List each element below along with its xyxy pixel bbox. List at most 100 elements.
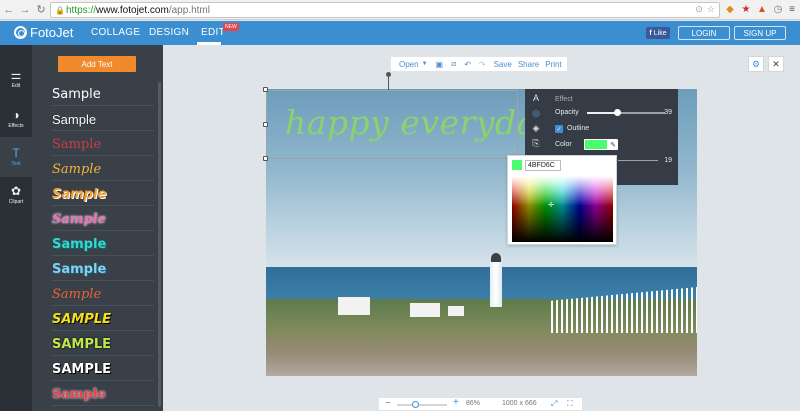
sliders-icon: ⚌ xyxy=(10,68,22,82)
url-scheme: https:// xyxy=(66,4,97,16)
nav-design[interactable]: DESIGN xyxy=(149,27,189,38)
logo-icon xyxy=(14,26,27,39)
opacity-slider[interactable] xyxy=(587,109,665,116)
rotate-handle[interactable] xyxy=(386,72,391,77)
outline-width-slider[interactable] xyxy=(618,160,658,161)
text-style-sample[interactable]: Sample xyxy=(52,84,154,106)
forward-icon[interactable]: → xyxy=(18,3,32,17)
save-button[interactable]: Save xyxy=(494,60,512,69)
extension-chart-icon[interactable]: ▲ xyxy=(756,3,768,16)
resize-handle[interactable] xyxy=(263,156,268,161)
redo-icon[interactable]: ↷ xyxy=(479,60,486,69)
effect-title: Effect xyxy=(555,96,573,103)
zoom-in-icon[interactable]: + xyxy=(453,397,459,408)
text-style-sample[interactable]: Sample xyxy=(52,159,154,181)
text-style-sample[interactable]: Sample xyxy=(52,184,154,206)
undo-icon[interactable]: ↶ xyxy=(464,60,471,69)
browser-toolbar: ← → ↻ 🔒 https://www.fotojet.com/app.html… xyxy=(0,0,800,20)
picker-swatch xyxy=(512,160,522,170)
settings-gear-icon[interactable]: ⚙ xyxy=(748,56,764,72)
text-style-sample[interactable]: Sample xyxy=(52,234,154,256)
rotate-line xyxy=(388,75,389,90)
text-style-sample[interactable]: Sample xyxy=(52,109,154,131)
half-circle-icon: ◑ xyxy=(12,108,20,122)
lighthouse xyxy=(490,262,502,307)
opacity-value: 39 xyxy=(664,109,672,116)
zoom-slider-knob[interactable] xyxy=(411,401,419,408)
zoom-percent: 86% xyxy=(466,400,481,407)
color-gradient-field[interactable]: ✛ xyxy=(512,176,613,242)
text-style-sample[interactable]: Sample xyxy=(52,384,154,406)
url-host: www.fotojet.com xyxy=(96,4,169,16)
nav-collage[interactable]: COLLAGE xyxy=(91,27,140,38)
signup-button[interactable]: SIGN UP xyxy=(734,26,786,40)
resize-handle[interactable] xyxy=(263,122,268,127)
text-style-sample[interactable]: Sample xyxy=(52,134,154,156)
duplicate-icon[interactable]: ⎘ xyxy=(530,137,542,149)
url-path: /app.html xyxy=(168,4,210,16)
text-style-sample[interactable]: SAMPLE xyxy=(52,309,154,331)
close-icon[interactable]: ✕ xyxy=(768,56,784,72)
fotojet-logo[interactable]: FotoJet xyxy=(14,25,73,40)
color-swatch xyxy=(585,140,607,149)
panel-scrollbar[interactable] xyxy=(158,82,161,407)
add-text-button[interactable]: Add Text xyxy=(58,56,136,72)
page-info-icon[interactable]: ⊙ xyxy=(695,4,703,15)
color-picker-button[interactable]: ✎ xyxy=(584,139,618,150)
new-badge: NEW xyxy=(223,23,239,31)
layers-icon[interactable]: ◈ xyxy=(530,122,542,134)
zoom-out-icon[interactable]: − xyxy=(385,398,391,409)
reload-icon[interactable]: ↻ xyxy=(34,3,48,17)
resize-handle[interactable] xyxy=(263,87,268,92)
text-style-sample[interactable]: Sample xyxy=(52,259,154,281)
canvas-toolbar: Open ▼ ▣ ⧄ ↶ ↷ Save Share Print xyxy=(390,56,568,72)
bookmark-star-icon[interactable]: ☆ xyxy=(707,4,715,15)
zoom-bar: − + 86% 1000 x 666 ⤢ ⛶ xyxy=(378,397,583,411)
menu-icon[interactable]: ≡ xyxy=(786,3,798,16)
eyedropper-icon[interactable]: ✎ xyxy=(608,139,618,150)
login-button[interactable]: LOGIN xyxy=(678,26,730,40)
outline-checkbox[interactable]: ✓ xyxy=(555,125,563,133)
rail-item-clipart[interactable]: ✿ Clipart xyxy=(0,175,32,215)
text-style-sample[interactable]: Sample xyxy=(52,284,154,306)
house xyxy=(338,297,370,315)
rail-label: Text xyxy=(11,161,21,167)
image-icon[interactable]: ▣ xyxy=(436,60,444,69)
image-size: 1000 x 666 xyxy=(502,400,537,407)
text-t-icon: T xyxy=(12,146,20,160)
outline-label: Outline xyxy=(567,125,590,132)
font-icon[interactable]: A xyxy=(530,92,542,104)
text-style-sample[interactable]: SAMPLE xyxy=(52,334,154,356)
rail-item-effects[interactable]: ◑ Effects xyxy=(0,99,32,139)
facebook-like-button[interactable]: f Like xyxy=(646,27,670,39)
text-style-sample[interactable]: SAMPLE xyxy=(52,359,154,381)
canvas-text[interactable]: happy everyday xyxy=(285,103,556,142)
text-tool-strip: A ◎ ◈ ⎘ xyxy=(525,89,547,159)
crop-icon[interactable]: ⧄ xyxy=(451,59,456,69)
share-button[interactable]: Share xyxy=(518,60,539,69)
rail-label: Clipart xyxy=(8,199,24,205)
fullscreen-icon[interactable]: ⛶ xyxy=(567,399,573,409)
rail-item-text[interactable]: T Text xyxy=(0,137,32,177)
nav-edit[interactable]: EDIT xyxy=(201,27,225,38)
text-style-sample[interactable]: Sample xyxy=(52,209,154,231)
open-label: Open xyxy=(399,59,419,69)
extension-icon[interactable]: ◆ xyxy=(724,3,736,16)
open-menu[interactable]: Open ▼ xyxy=(399,60,428,69)
extension-clock-icon[interactable]: ◷ xyxy=(772,3,784,16)
crosshair-icon[interactable]: ✛ xyxy=(548,202,554,209)
rail-item-edit[interactable]: ⚌ Edit xyxy=(0,59,32,99)
house xyxy=(448,306,464,316)
hex-input[interactable]: 4BFD6C xyxy=(525,160,561,171)
fit-screen-icon[interactable]: ⤢ xyxy=(551,399,557,409)
back-icon[interactable]: ← xyxy=(2,3,16,17)
extension-star-icon[interactable]: ★ xyxy=(740,3,752,16)
effect-icon[interactable]: ◎ xyxy=(530,107,542,119)
address-bar[interactable]: 🔒 https://www.fotojet.com/app.html ⊙ ☆ xyxy=(50,2,720,18)
rail-label: Edit xyxy=(11,83,21,89)
lock-icon: 🔒 xyxy=(55,5,65,15)
print-button[interactable]: Print xyxy=(545,60,561,69)
opacity-slider-knob[interactable] xyxy=(614,109,622,116)
dropdown-arrow-icon: ▼ xyxy=(421,61,428,67)
zoom-slider[interactable] xyxy=(397,401,447,408)
